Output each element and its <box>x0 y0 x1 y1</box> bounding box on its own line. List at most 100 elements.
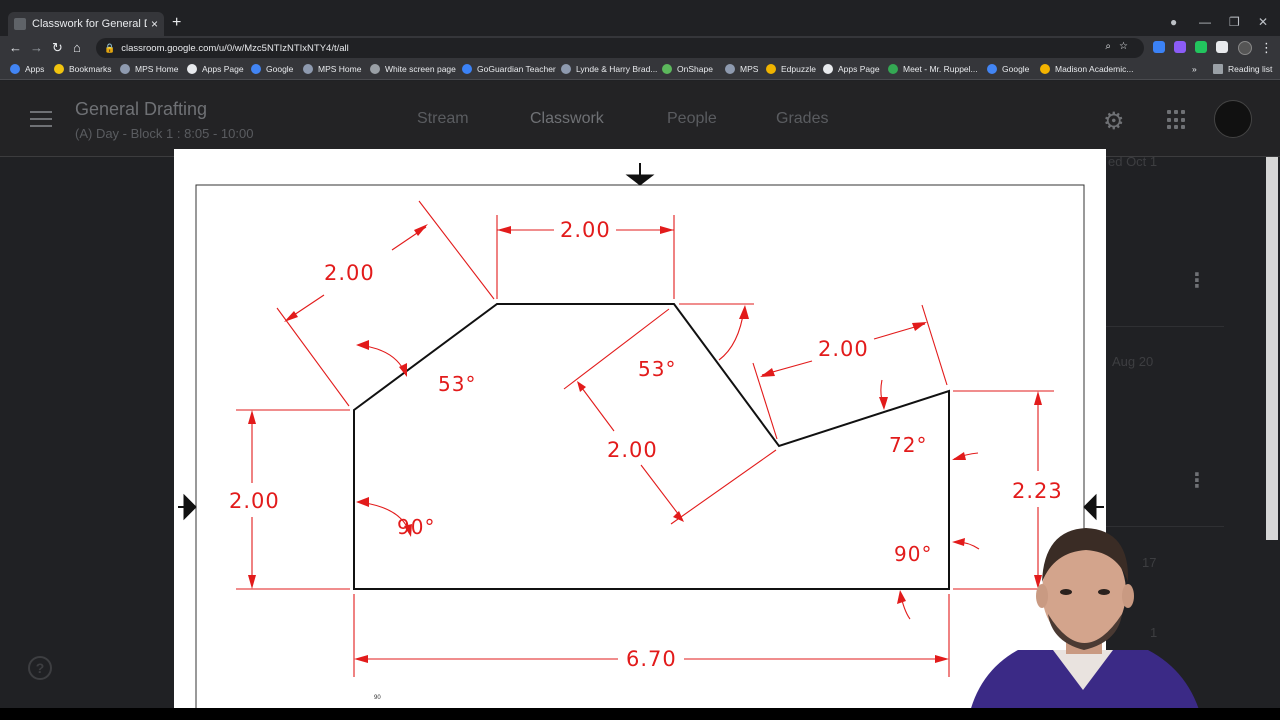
class-title[interactable]: General Drafting <box>75 99 207 120</box>
record-icon[interactable]: ● <box>1170 15 1177 29</box>
bookmark-item[interactable]: Lynde & Harry Brad... <box>561 64 657 74</box>
more-options-icon[interactable]: ⋮ <box>1187 471 1207 491</box>
forward-button[interactable]: → <box>30 40 43 55</box>
home-button[interactable]: ⌂ <box>73 40 81 55</box>
bookmark-icon <box>187 64 197 74</box>
bookmark-item[interactable]: MPS Home <box>120 64 178 74</box>
bookmark-label: MPS <box>740 64 759 74</box>
bookmark-label: MPS Home <box>318 64 362 74</box>
angle-bottom-left: 90° <box>397 515 436 539</box>
bookmark-icon <box>662 64 672 74</box>
google-apps-icon[interactable] <box>1167 110 1187 130</box>
bookmark-label: MPS Home <box>135 64 179 74</box>
tab-grades[interactable]: Grades <box>776 110 828 128</box>
lock-icon: 🔒 <box>104 42 116 53</box>
bookmark-icon <box>54 64 64 74</box>
minimize-button[interactable]: — <box>1199 15 1211 29</box>
reload-button[interactable]: ↻ <box>52 40 63 56</box>
bookmark-label: Edpuzzle <box>781 64 816 74</box>
tab-classwork[interactable]: Classwork <box>530 110 604 128</box>
bookmark-item[interactable]: GoGuardian Teacher <box>462 64 556 74</box>
classroom-header: General Drafting (A) Day - Block 1 : 8:0… <box>0 81 1280 157</box>
bookmark-item[interactable]: Apps Page <box>187 64 244 74</box>
bookmark-item[interactable]: Meet - Mr. Ruppel... <box>888 64 978 74</box>
bookmark-label: Apps Page <box>202 64 244 74</box>
bookmarks-bar: Apps Bookmarks MPS Home Apps Page Google MPS … <box>0 60 1280 80</box>
class-subtitle: (A) Day - Block 1 : 8:05 - 10:00 <box>75 126 254 141</box>
extension-icon[interactable] <box>1153 41 1165 53</box>
bookmark-item[interactable]: Bookmarks <box>54 64 112 74</box>
bookmark-icon <box>462 64 472 74</box>
help-icon[interactable]: ? <box>28 656 52 680</box>
bookmark-item[interactable]: Madison Academic... <box>1040 64 1133 74</box>
sheet-footer-note: 90 <box>374 695 381 701</box>
puzzle-icon[interactable] <box>1216 41 1228 53</box>
browser-toolbar: ← → ↻ ⌂ 🔒 classroom.google.com/u/0/w/Mzc… <box>0 36 1280 60</box>
bookmark-item[interactable]: MPS <box>725 64 758 74</box>
account-avatar[interactable] <box>1214 100 1252 138</box>
bookmark-icon <box>370 64 380 74</box>
tab-stream[interactable]: Stream <box>417 110 469 128</box>
close-window-button[interactable]: ✕ <box>1258 15 1268 29</box>
reading-list-icon <box>1213 64 1223 74</box>
address-bar[interactable]: 🔒 classroom.google.com/u/0/w/Mzc5NTIzNTI… <box>96 38 1144 58</box>
bookmark-label: Apps Page <box>838 64 880 74</box>
bookmark-icon <box>303 64 313 74</box>
restore-button[interactable]: ❐ <box>1229 15 1240 29</box>
main-menu-icon[interactable] <box>30 111 52 132</box>
bookmark-label: Lynde & Harry Brad... <box>576 64 658 74</box>
bookmark-icon <box>725 64 735 74</box>
bookmark-item[interactable]: Google <box>251 64 293 74</box>
angle-notch: 72° <box>889 433 928 457</box>
angle-right-chamfer: 53° <box>638 357 677 381</box>
tab-title: Classwork for General Drafting (A <box>32 18 147 30</box>
more-options-icon[interactable]: ⋮ <box>1187 271 1207 291</box>
dim-overall-width: 6.70 <box>624 647 679 671</box>
video-bottom-bar <box>0 708 1280 720</box>
bookmark-label: Google <box>266 64 294 74</box>
bookmark-label: Madison Academic... <box>1055 64 1134 74</box>
scrollbar[interactable] <box>1266 157 1278 540</box>
reading-list-button[interactable]: Reading list <box>1213 64 1272 74</box>
bookmark-icon <box>823 64 833 74</box>
bookmark-label: White screen page <box>385 64 456 74</box>
browser-tab-strip: Classwork for General Drafting (A × + ● … <box>0 12 1280 36</box>
dim-top-width: 2.00 <box>558 218 613 242</box>
browser-profile-avatar[interactable] <box>1238 41 1252 55</box>
dim-notch-side: 2.00 <box>816 337 871 361</box>
browser-tab[interactable]: Classwork for General Drafting (A × <box>8 12 164 36</box>
bookmark-label: OnShape <box>677 64 713 74</box>
class-settings-gear-icon[interactable]: ⚙ <box>1103 107 1125 136</box>
bookmark-item[interactable]: White screen page <box>370 64 456 74</box>
dim-right-height: 2.23 <box>1010 479 1065 503</box>
bookmark-label: Bookmarks <box>69 64 112 74</box>
dim-right-chamfer: 2.00 <box>605 438 660 462</box>
tab-close-icon[interactable]: × <box>151 17 158 31</box>
bookmark-item[interactable]: Edpuzzle <box>766 64 816 74</box>
back-button[interactable]: ← <box>9 40 22 55</box>
extension-icon[interactable] <box>1174 41 1186 53</box>
bookmark-icon <box>561 64 571 74</box>
new-tab-button[interactable]: + <box>172 14 181 32</box>
angle-left-chamfer: 53° <box>438 372 477 396</box>
reading-list-label: Reading list <box>1228 64 1273 74</box>
assignment-date: ed Oct 1 <box>1108 154 1158 169</box>
bookmark-label: Apps <box>25 64 45 74</box>
bookmark-icon <box>1040 64 1050 74</box>
tab-people[interactable]: People <box>667 110 717 128</box>
bookmark-item[interactable]: OnShape <box>662 64 713 74</box>
bookmark-item[interactable]: MPS Home <box>303 64 361 74</box>
dim-left-chamfer: 2.00 <box>322 261 377 285</box>
bookmark-label: GoGuardian Teacher <box>477 64 556 74</box>
bookmark-icon <box>766 64 776 74</box>
omnibox-actions[interactable]: ⌕☆ <box>1105 41 1136 52</box>
angle-bottom-right: 90° <box>894 542 933 566</box>
extension-icon[interactable] <box>1195 41 1207 53</box>
bookmark-item[interactable]: Apps Page <box>823 64 880 74</box>
bookmark-icon <box>888 64 898 74</box>
bookmark-item[interactable]: Apps <box>10 64 44 74</box>
menu-dots-icon[interactable]: ⋮ <box>1260 40 1273 56</box>
bookmarks-overflow-button[interactable]: » <box>1192 64 1197 74</box>
classroom-favicon-icon <box>14 18 26 30</box>
bookmark-item[interactable]: Google <box>987 64 1029 74</box>
